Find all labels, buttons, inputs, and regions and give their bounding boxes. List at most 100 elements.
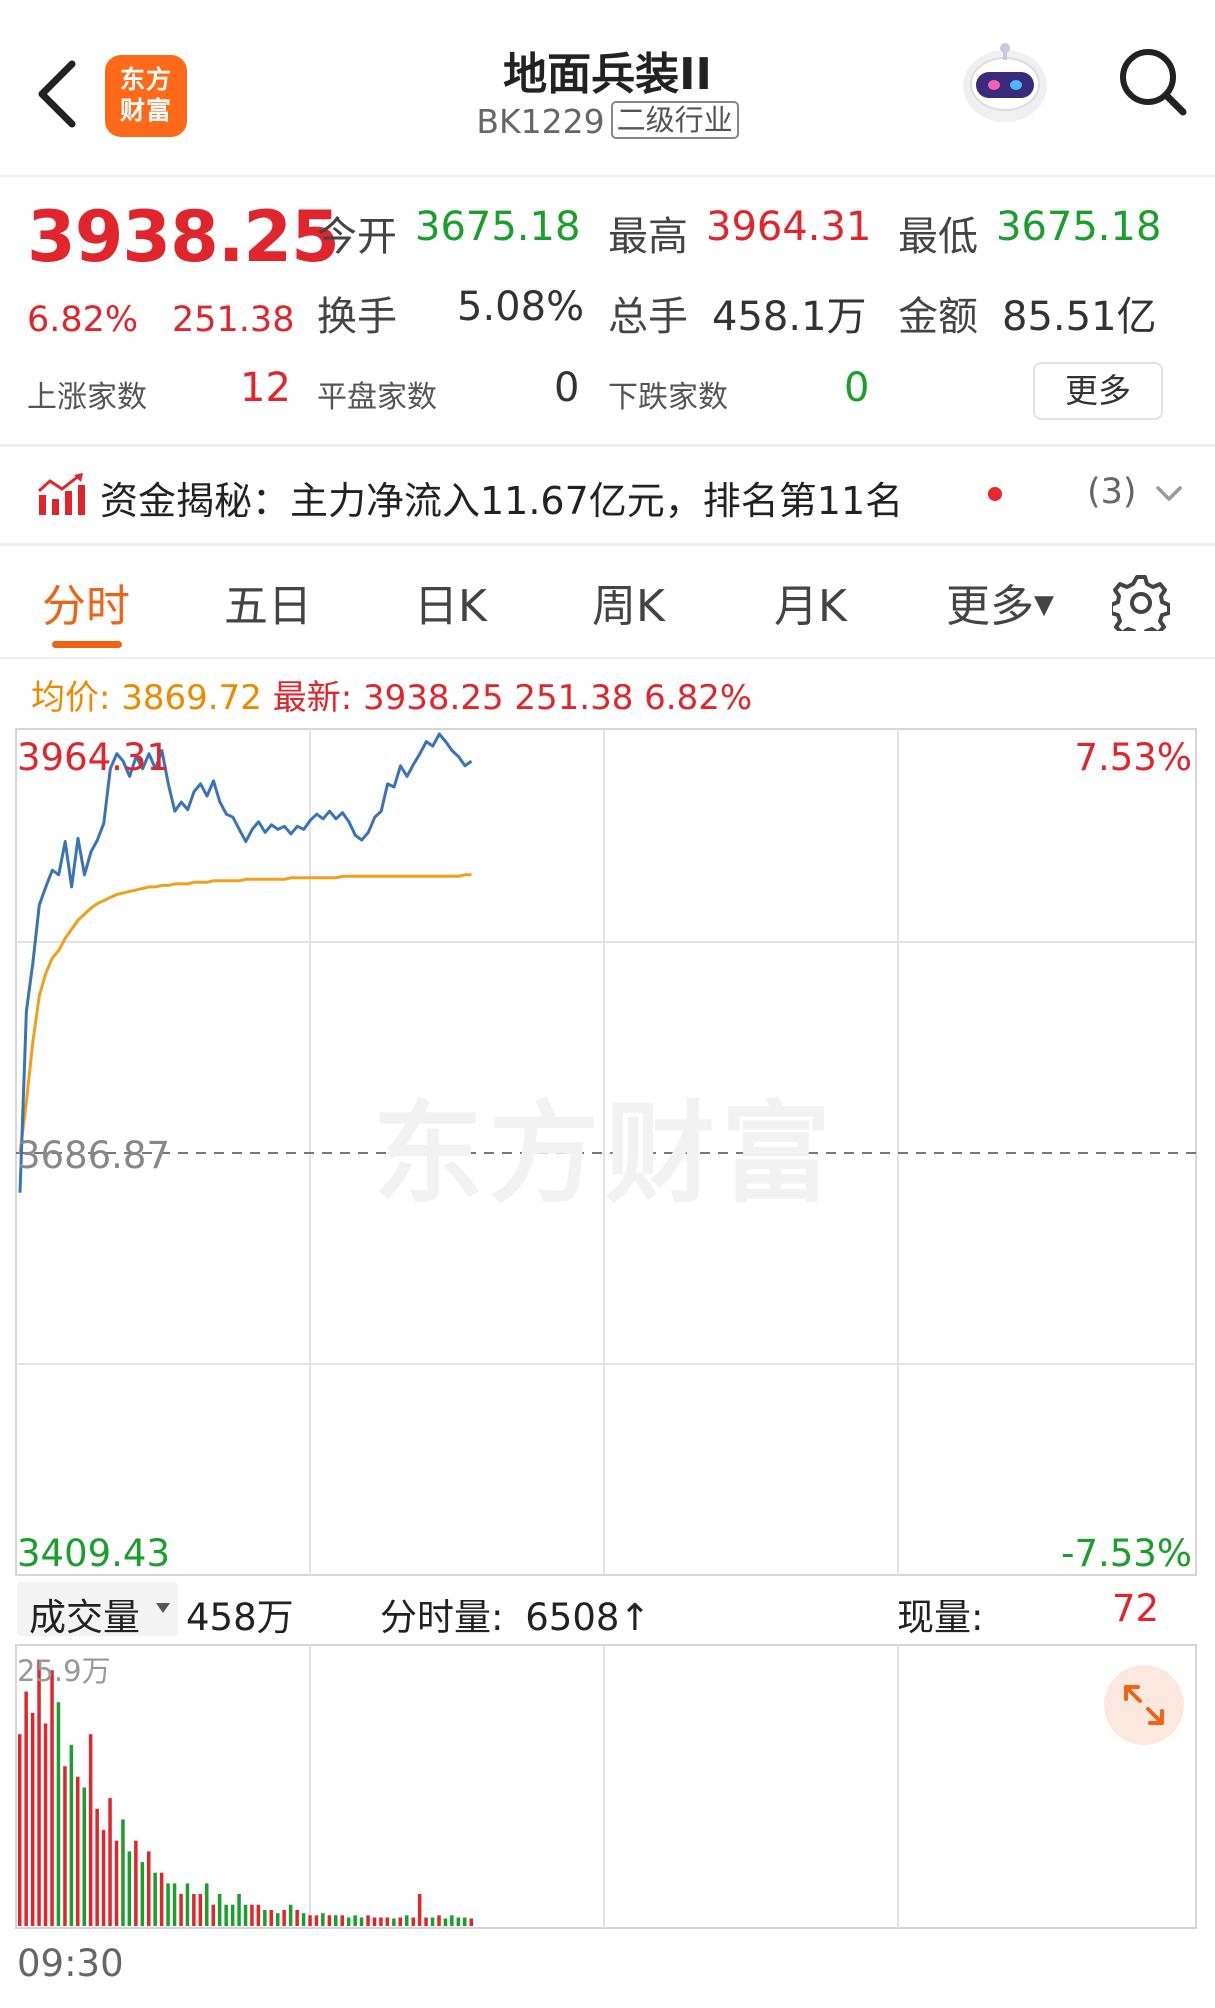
dropdown-caret-icon[interactable] [156,1603,170,1613]
volume-bar [185,1883,190,1926]
up-count-value: 12 [240,365,291,411]
amount-value: 85.51亿 [1002,294,1157,340]
price-axis-bottom: 3409.43 [17,1532,170,1575]
divider [0,444,1215,447]
tab-five-day[interactable]: 五日 [224,570,312,634]
volume-bar [463,1917,467,1926]
volume-bar [353,1915,357,1926]
high-value: 3964.31 [706,204,872,250]
turnover-label: 换手 [317,294,397,340]
indicator-label[interactable]: 成交量 [29,1587,140,1641]
volume-bar [430,1917,435,1926]
volume-bar [63,1766,67,1926]
volume-bar [127,1851,132,1926]
fullscreen-button[interactable] [1104,1665,1184,1745]
volume-bar [88,1734,93,1926]
time-axis-start: 09:30 [17,1942,124,1985]
sector-tag: 二级行业 [610,101,739,139]
volume-bar [366,1915,370,1926]
volume-bar [405,1915,409,1926]
volume-bar [314,1915,319,1926]
volume-bar [282,1910,286,1926]
volume-bar [443,1918,448,1926]
amount-label: 金额 [898,294,978,340]
volume-bar [172,1883,177,1926]
search-icon[interactable] [1115,44,1189,118]
volume-bar [417,1894,422,1926]
divider [0,543,1215,546]
volume-bar [101,1830,106,1926]
tab-daily-k[interactable]: 日K [414,570,487,634]
volume-bar [166,1883,170,1926]
divider [0,175,1215,177]
volume-bar [301,1913,306,1926]
gear-icon[interactable] [1112,573,1170,631]
volume-bar [121,1819,125,1926]
volume-bar [359,1917,364,1926]
volume-bar [295,1910,299,1926]
volume-bar [230,1904,235,1926]
tab-weekly-k[interactable]: 周K [592,570,665,634]
volume-bar [192,1894,196,1926]
price-axis-top: 3964.31 [17,736,170,779]
flat-count-value: 0 [554,365,580,411]
assistant-robot-icon[interactable] [958,38,1052,124]
up-count-label: 上涨家数 [27,380,147,415]
volume-bar [134,1840,138,1926]
turnover-value: 5.08% [457,284,585,330]
volume-bar [24,1691,28,1926]
volume-bar [159,1872,164,1926]
volume-bar [398,1917,402,1926]
volume-bar [469,1918,473,1926]
volume-bar [424,1917,428,1926]
volume-bar [147,1851,151,1926]
volume-bar [237,1894,241,1926]
latest-value: 3938.25 251.38 6.82% [362,678,753,718]
volume-bar [340,1915,344,1926]
chart-info-line: 均价: 3869.72 最新: 3938.25 251.38 6.82% [31,670,752,719]
volume-bar [450,1915,454,1926]
more-button[interactable]: 更多 [1033,362,1163,420]
fund-flow-icon [37,473,85,515]
tab-intraday[interactable]: 分时 [42,570,130,634]
price-axis-mid: 3686.87 [17,1134,170,1177]
flat-count-label: 平盘家数 [317,380,437,415]
change-percent: 6.82% [27,300,139,340]
minute-volume-value: 6508↑ [525,1596,651,1639]
chevron-down-icon[interactable] [1153,482,1185,506]
volume-bars [18,1659,473,1926]
volume-bar [224,1904,228,1926]
tab-more[interactable]: 更多▼ [946,570,1054,634]
low-label: 最低 [898,214,978,260]
volume-bar [37,1659,41,1926]
volume-bar [379,1917,383,1926]
current-volume-label: 现量: [897,1596,984,1639]
volume-bar [217,1894,222,1926]
down-count-label: 下跌家数 [608,380,728,415]
total-volume: 458万 [186,1596,294,1639]
volume-bar [385,1917,390,1926]
intraday-chart[interactable]: 东方财富 3964.31 3686.87 3409.43 7.53% -7.53… [0,720,1215,2008]
volume-bar [18,1734,22,1926]
current-volume-value: 72 [1112,1587,1160,1630]
volume-bar [288,1904,293,1926]
volume-bar [50,1670,54,1926]
volume-bar [43,1723,48,1926]
volume-bar [179,1894,183,1926]
volume-bar [269,1910,273,1926]
volume-bar [334,1915,338,1926]
volume-label: 总手 [608,294,688,340]
open-label: 今开 [317,214,397,260]
fund-flow-summary[interactable]: 资金揭秘：主力净流入11.67亿元，排名第11名 [100,470,903,525]
volume-bar [153,1872,157,1926]
volume-bar [108,1798,112,1926]
pct-axis-top: 7.53% [1074,736,1192,779]
volume-bar [392,1918,396,1926]
tab-monthly-k[interactable]: 月K [774,570,847,634]
volume-axis-max: 25.9万 [17,1654,111,1688]
divider [0,657,1215,659]
current-price: 3938.25 [27,196,340,278]
expand-icon [1124,1685,1164,1725]
volume-bar [211,1904,215,1926]
low-value: 3675.18 [996,204,1162,250]
